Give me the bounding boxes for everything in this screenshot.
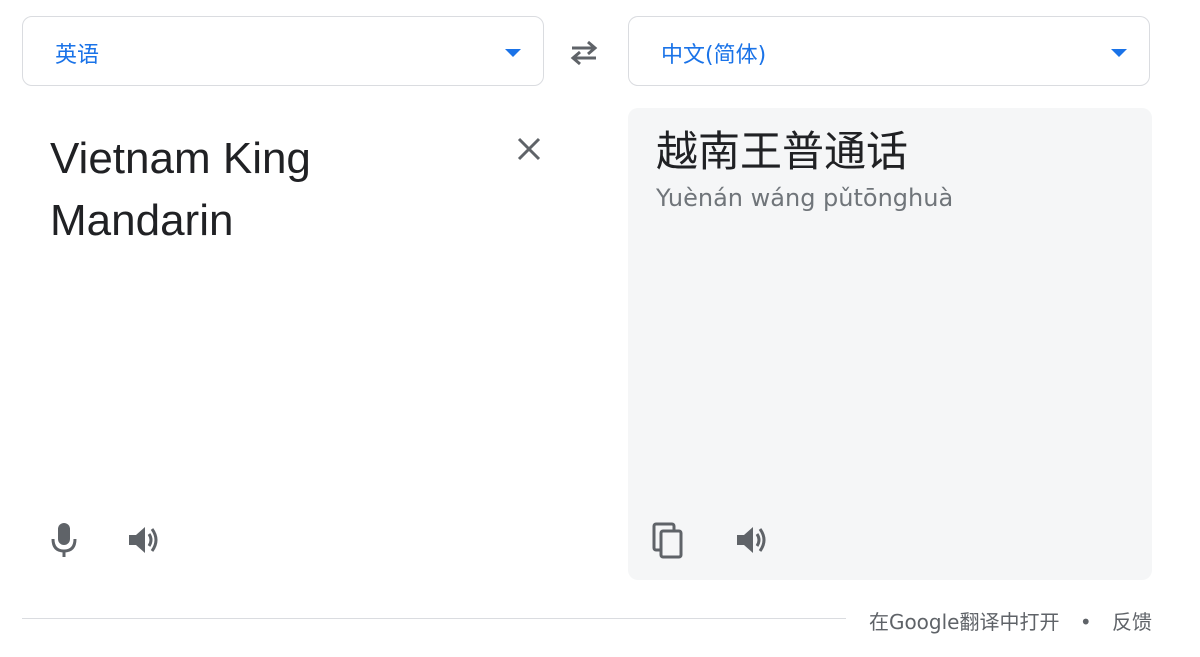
close-icon xyxy=(517,137,541,161)
copy-icon xyxy=(652,522,683,559)
source-panel: Vietnam King Mandarin xyxy=(22,108,582,580)
speaker-icon xyxy=(129,527,158,553)
translate-widget: 英语 中文(简体) Vietnam King Mandarin 越南王普通话 Y… xyxy=(0,0,1200,657)
footer-divider xyxy=(22,618,846,619)
copy-translation-button[interactable] xyxy=(648,520,688,560)
swap-languages-button[interactable] xyxy=(566,36,602,68)
source-listen-button[interactable] xyxy=(124,520,164,560)
clear-source-button[interactable] xyxy=(512,132,546,166)
feedback-link[interactable]: 反馈 xyxy=(1112,610,1152,634)
speaker-icon xyxy=(737,527,766,553)
microphone-button[interactable] xyxy=(44,520,84,560)
source-language-select[interactable]: 英语 xyxy=(22,16,544,86)
source-text-input[interactable]: Vietnam King Mandarin xyxy=(50,128,470,252)
source-language-label: 英语 xyxy=(55,43,100,68)
footer: 在Google翻译中打开 • 反馈 xyxy=(869,606,1152,635)
footer-separator: • xyxy=(1079,610,1092,634)
translation-listen-button[interactable] xyxy=(732,520,772,560)
target-language-select[interactable]: 中文(简体) xyxy=(628,16,1150,86)
caret-down-icon xyxy=(505,49,521,57)
swap-icon xyxy=(570,40,598,66)
translation-text: 越南王普通话 xyxy=(656,127,909,176)
translation-romanization: Yuènán wáng pǔtōnghuà xyxy=(656,184,954,212)
microphone-icon xyxy=(51,523,77,557)
target-language-label: 中文(简体) xyxy=(661,43,767,68)
open-in-google-translate-link[interactable]: 在Google翻译中打开 xyxy=(869,610,1060,634)
translation-panel: 越南王普通话 Yuènán wáng pǔtōnghuà xyxy=(628,108,1152,580)
caret-down-icon xyxy=(1111,49,1127,57)
